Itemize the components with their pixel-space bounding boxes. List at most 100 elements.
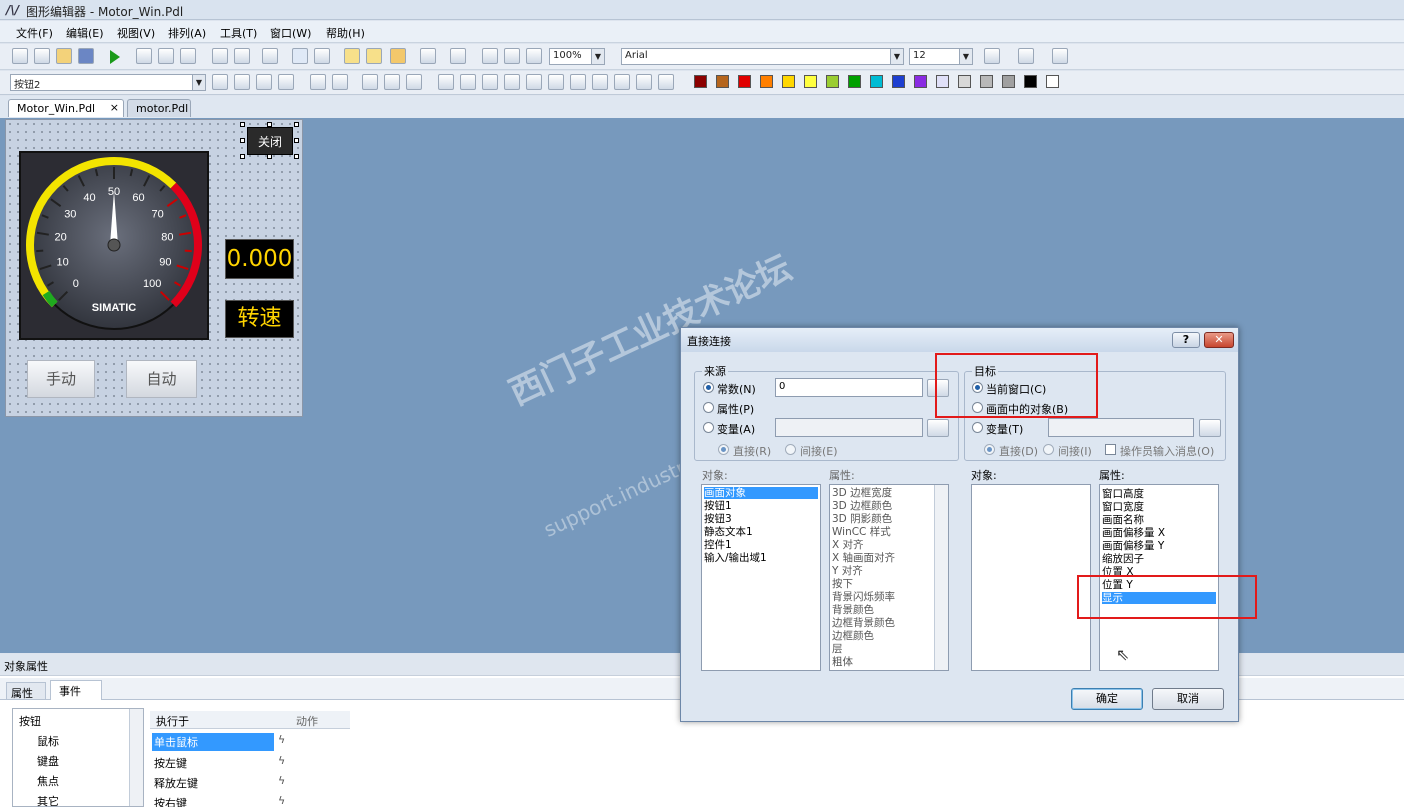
color-swatch[interactable]: [1046, 75, 1059, 88]
tab-motor[interactable]: motor.Pdl: [127, 99, 191, 117]
tool2-icon[interactable]: [332, 74, 348, 90]
ok-button[interactable]: 确定: [1071, 688, 1143, 710]
align-bottom-icon[interactable]: [504, 74, 520, 90]
target-indirect-radio[interactable]: [1043, 444, 1054, 455]
list-item[interactable]: 画面名称: [1102, 514, 1144, 526]
rotate-icon[interactable]: [406, 74, 422, 90]
center-v-icon[interactable]: [548, 74, 564, 90]
list-item[interactable]: 3D 边框宽度: [832, 487, 892, 499]
list-item[interactable]: 画面对象: [704, 487, 818, 499]
operator-msg-checkbox[interactable]: [1105, 444, 1116, 455]
tab-properties[interactable]: 属性: [6, 682, 46, 700]
same-height-icon[interactable]: [636, 74, 652, 90]
line-color-icon[interactable]: [984, 48, 1000, 64]
color-swatch[interactable]: [804, 75, 817, 88]
menu-tools[interactable]: 工具(T): [220, 25, 257, 41]
menu-file[interactable]: 文件(F): [16, 25, 53, 41]
fill-color-icon[interactable]: [1018, 48, 1034, 64]
layers-icon[interactable]: [344, 48, 360, 64]
source-props-list[interactable]: 3D 边框宽度 3D 边框颜色 3D 阴影颜色 WinCC 样式 X 对齐 X …: [829, 484, 949, 671]
tool-icon[interactable]: [310, 74, 326, 90]
menu-edit[interactable]: 编辑(E): [66, 25, 104, 41]
center-h-icon[interactable]: [526, 74, 542, 90]
list-item[interactable]: 3D 边框颜色: [832, 500, 892, 512]
target-variable-input[interactable]: [1048, 418, 1194, 437]
cancel-button[interactable]: 取消: [1152, 688, 1224, 710]
lightning-icon[interactable]: ϟ: [278, 754, 285, 767]
variable-radio[interactable]: [703, 422, 714, 433]
object-palette-icon[interactable]: [390, 48, 406, 64]
color-swatch[interactable]: [716, 75, 729, 88]
color-swatch[interactable]: [738, 75, 751, 88]
open-folder-icon[interactable]: [56, 48, 72, 64]
forward-icon[interactable]: [256, 74, 272, 90]
color-swatch[interactable]: [760, 75, 773, 88]
close-icon[interactable]: ×: [110, 101, 119, 114]
menu-help[interactable]: 帮助(H): [326, 25, 365, 41]
list-item[interactable]: 控件1: [704, 539, 732, 551]
list-item[interactable]: 边框背景颜色: [832, 617, 895, 629]
lightning-icon[interactable]: ϟ: [278, 794, 285, 807]
run-icon[interactable]: [110, 50, 120, 64]
source-indirect-radio[interactable]: [785, 444, 796, 455]
speed-value-display[interactable]: 0.000: [225, 239, 294, 279]
color-swatch[interactable]: [980, 75, 993, 88]
object-select[interactable]: 按钮2 ▼: [10, 74, 206, 91]
selection-handle[interactable]: [240, 138, 245, 143]
selection-handle[interactable]: [240, 154, 245, 159]
color-swatch[interactable]: [870, 75, 883, 88]
list-item[interactable]: X 对齐: [832, 539, 864, 551]
tree-item-focus[interactable]: 焦点: [37, 773, 59, 789]
event-release-left[interactable]: 释放左键: [152, 774, 200, 792]
help-icon[interactable]: ?: [1172, 332, 1200, 348]
constant-input[interactable]: 0: [775, 378, 923, 397]
lightning-icon[interactable]: ϟ: [278, 733, 285, 746]
list-item[interactable]: 粗体: [832, 656, 853, 668]
selection-handle[interactable]: [267, 122, 272, 127]
event-press-left[interactable]: 按左键: [152, 754, 189, 772]
mirror-h-icon[interactable]: [384, 74, 400, 90]
list-item[interactable]: 背景闪烁频率: [832, 591, 895, 603]
tab-events[interactable]: 事件: [50, 680, 102, 700]
close-picture-button[interactable]: 关闭: [247, 127, 293, 155]
align-top-icon[interactable]: [482, 74, 498, 90]
menu-arrange[interactable]: 排列(A): [168, 25, 206, 41]
list-item[interactable]: WinCC 样式: [832, 526, 891, 538]
same-width-icon[interactable]: [614, 74, 630, 90]
source-objects-list[interactable]: 画面对象 按钮1 按钮3 静态文本1 控件1 输入/输出域1: [701, 484, 821, 671]
source-direct-radio[interactable]: [718, 444, 729, 455]
align-right-icon[interactable]: [460, 74, 476, 90]
redo-icon[interactable]: [234, 48, 250, 64]
menu-window[interactable]: 窗口(W): [270, 25, 311, 41]
mirror-v-icon[interactable]: [362, 74, 378, 90]
list-item[interactable]: 层: [832, 643, 843, 655]
distribute-h-icon[interactable]: [570, 74, 586, 90]
list-item[interactable]: 缩放因子: [1102, 553, 1144, 565]
color-swatch[interactable]: [826, 75, 839, 88]
color-swatch[interactable]: [914, 75, 927, 88]
property-radio[interactable]: [703, 402, 714, 413]
list-item[interactable]: X 轴画面对齐: [832, 552, 895, 564]
list-item[interactable]: 按钮1: [704, 500, 732, 512]
color-swatch[interactable]: [848, 75, 861, 88]
speed-gauge[interactable]: 0102030405060708090100 SIMATIC: [19, 151, 209, 340]
close-icon[interactable]: ✕: [1204, 332, 1234, 348]
menu-view[interactable]: 视图(V): [117, 25, 155, 41]
color-swatch[interactable]: [958, 75, 971, 88]
list-item[interactable]: 按下: [832, 578, 853, 590]
print-icon[interactable]: [262, 48, 278, 64]
zoom-in-icon[interactable]: [482, 48, 498, 64]
bring-front-icon[interactable]: [212, 74, 228, 90]
cut-icon[interactable]: [136, 48, 152, 64]
zoom-select[interactable]: 100% ▼: [549, 48, 605, 65]
font-select[interactable]: Arial ▼: [621, 48, 904, 65]
list-item[interactable]: 画面偏移量 Y: [1102, 540, 1164, 552]
backward-icon[interactable]: [278, 74, 294, 90]
tree-item-mouse[interactable]: 鼠标: [37, 733, 59, 749]
snap-icon[interactable]: [314, 48, 330, 64]
tree-item-other[interactable]: 其它: [37, 793, 59, 807]
target-variable-radio[interactable]: [972, 422, 983, 433]
paste-icon[interactable]: [180, 48, 196, 64]
list-item[interactable]: 背景颜色: [832, 604, 874, 616]
list-item[interactable]: 静态文本1: [704, 526, 753, 538]
